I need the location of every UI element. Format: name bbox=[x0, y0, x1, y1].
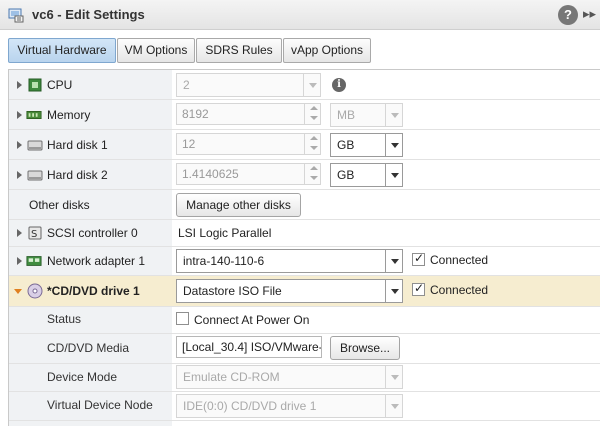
network-value: intra-140-110-6 bbox=[183, 254, 265, 268]
cd-dvd-icon bbox=[27, 283, 43, 299]
tab-sdrs-rules[interactable]: SDRS Rules bbox=[196, 38, 282, 63]
hard-disk-1-label: Hard disk 1 bbox=[47, 138, 108, 152]
memory-unit-value: MB bbox=[337, 108, 355, 122]
network-adapter-icon bbox=[26, 256, 42, 266]
browse-button[interactable]: Browse... bbox=[330, 336, 400, 360]
info-icon[interactable]: i bbox=[332, 78, 346, 92]
chevron-down-icon bbox=[385, 134, 402, 156]
expand-scsi-icon[interactable] bbox=[17, 229, 22, 237]
cddvd-media-input[interactable]: [Local_30.4] ISO/VMware-v bbox=[176, 336, 322, 358]
row-divider bbox=[9, 363, 600, 364]
device-mode-value: Emulate CD-ROM bbox=[183, 370, 280, 384]
cpu-label: CPU bbox=[47, 78, 73, 92]
cddvd-type-select[interactable]: Datastore ISO File bbox=[176, 279, 403, 303]
collapse-cddvd-icon[interactable] bbox=[14, 289, 22, 294]
status-label: Status bbox=[47, 312, 82, 326]
chevron-down-icon bbox=[385, 366, 402, 388]
scsi-controller-value: LSI Logic Parallel bbox=[178, 226, 272, 240]
scsi-controller-label: SCSI controller 0 bbox=[47, 226, 138, 240]
hard-disk-1-size-input[interactable]: 12 bbox=[176, 133, 321, 155]
row-divider bbox=[9, 275, 600, 276]
connect-at-power-on-checkbox[interactable] bbox=[176, 312, 189, 325]
hard-disk-2-label: Hard disk 2 bbox=[47, 168, 108, 182]
hard-disk-2-unit-value: GB bbox=[337, 168, 355, 182]
vm-settings-icon bbox=[8, 8, 24, 23]
row-divider bbox=[9, 420, 600, 421]
hard-disk-1-unit-value: GB bbox=[337, 138, 355, 152]
chevron-down-icon bbox=[385, 280, 402, 302]
memory-icon bbox=[26, 111, 42, 119]
scsi-controller-icon: S bbox=[28, 226, 42, 240]
hard-disk-1-unit-select[interactable]: GB bbox=[330, 133, 403, 157]
tab-vm-options[interactable]: VM Options bbox=[117, 38, 195, 63]
connect-at-power-on-label: Connect At Power On bbox=[194, 313, 310, 327]
manage-other-disks-button[interactable]: Manage other disks bbox=[176, 193, 301, 217]
row-divider bbox=[9, 219, 600, 220]
chevron-down-icon bbox=[303, 74, 320, 96]
hard-disk-1-stepper[interactable] bbox=[304, 133, 321, 155]
title-bar: vc6 - Edit Settings ? ▸▸ bbox=[0, 0, 600, 30]
memory-label: Memory bbox=[47, 108, 91, 122]
row-divider bbox=[9, 129, 600, 130]
memory-unit-select[interactable]: MB bbox=[330, 103, 403, 127]
hard-disk-2-stepper[interactable] bbox=[304, 163, 321, 185]
virtual-device-node-label: Virtual Device Node bbox=[47, 398, 153, 412]
cpu-value: 2 bbox=[183, 78, 190, 92]
memory-stepper[interactable] bbox=[304, 103, 321, 125]
window-title: vc6 - Edit Settings bbox=[32, 7, 145, 22]
virtual-device-node-select[interactable]: IDE(0:0) CD/DVD drive 1 bbox=[176, 394, 403, 418]
hard-disk-2-unit-select[interactable]: GB bbox=[330, 163, 403, 187]
row-divider bbox=[9, 333, 600, 334]
expand-hard-disk-1-icon[interactable] bbox=[17, 141, 22, 149]
svg-text:S: S bbox=[31, 229, 37, 240]
other-disks-label: Other disks bbox=[29, 198, 90, 212]
help-icon[interactable]: ? bbox=[558, 5, 578, 25]
tab-virtual-hardware[interactable]: Virtual Hardware bbox=[8, 38, 116, 63]
cddvd-type-value: Datastore ISO File bbox=[183, 284, 282, 298]
memory-input[interactable]: 8192 bbox=[176, 103, 321, 125]
virtual-device-node-value: IDE(0:0) CD/DVD drive 1 bbox=[183, 399, 317, 413]
row-divider bbox=[9, 391, 600, 392]
tab-vapp-options[interactable]: vApp Options bbox=[283, 38, 371, 63]
network-connected-checkbox[interactable] bbox=[412, 251, 425, 266]
chevron-down-icon bbox=[385, 395, 402, 417]
cddvd-connected-checkbox[interactable] bbox=[412, 281, 425, 296]
hard-disk-icon bbox=[27, 140, 43, 151]
row-divider bbox=[9, 159, 600, 160]
cddvd-media-label: CD/DVD Media bbox=[47, 341, 130, 355]
chevron-down-icon bbox=[385, 104, 402, 126]
device-mode-select[interactable]: Emulate CD-ROM bbox=[176, 365, 403, 389]
chevron-down-icon bbox=[385, 250, 402, 272]
expand-arrows-icon[interactable]: ▸▸ bbox=[583, 6, 596, 22]
expand-hard-disk-2-icon[interactable] bbox=[17, 171, 22, 179]
expand-network-adapter-icon[interactable] bbox=[17, 257, 22, 265]
row-divider bbox=[9, 306, 600, 307]
network-select[interactable]: intra-140-110-6 bbox=[176, 249, 403, 273]
chevron-down-icon bbox=[385, 164, 402, 186]
row-divider bbox=[9, 99, 600, 100]
row-divider bbox=[9, 189, 600, 190]
cpu-icon bbox=[28, 78, 42, 92]
cddvd-drive-label: *CD/DVD drive 1 bbox=[47, 284, 140, 298]
expand-cpu-icon[interactable] bbox=[17, 81, 22, 89]
hard-disk-icon bbox=[27, 170, 43, 181]
device-mode-label: Device Mode bbox=[47, 370, 118, 384]
network-adapter-label: Network adapter 1 bbox=[47, 254, 146, 268]
hard-disk-2-size-input[interactable]: 1.4140625 bbox=[176, 163, 321, 185]
expand-memory-icon[interactable] bbox=[17, 111, 22, 119]
network-connected-label: Connected bbox=[430, 253, 489, 267]
cpu-select[interactable]: 2 bbox=[176, 73, 321, 97]
row-divider bbox=[9, 246, 600, 247]
cddvd-connected-label: Connected bbox=[430, 283, 489, 297]
